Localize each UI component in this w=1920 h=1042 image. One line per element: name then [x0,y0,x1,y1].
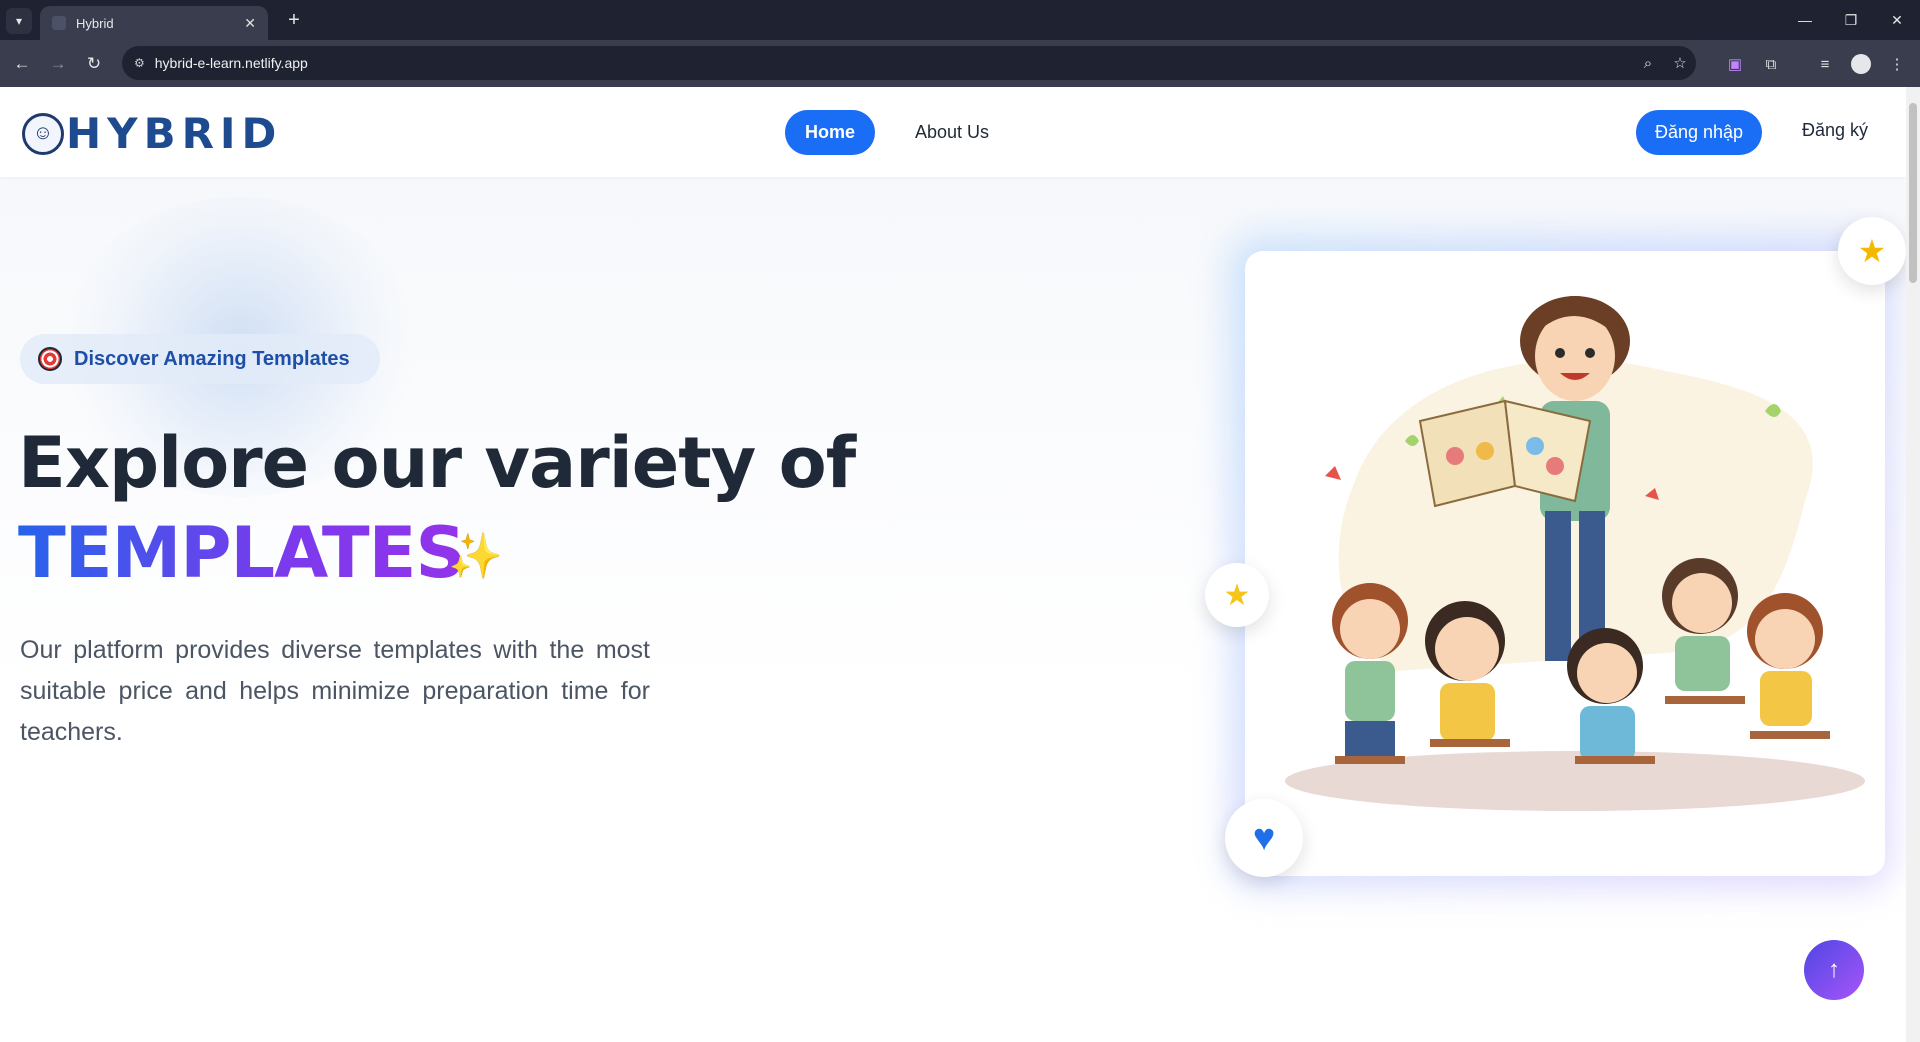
reload-icon[interactable]: ↻ [80,50,108,78]
minimize-button[interactable]: — [1782,0,1828,40]
browser-tab[interactable]: Hybrid ✕ [40,6,268,40]
hero-illustration-card [1245,251,1885,876]
logo-text: HYBRID [66,109,283,158]
profile-avatar[interactable] [1850,53,1872,75]
hero-title-highlight: TEMPLATES [18,512,466,594]
scroll-to-top-button[interactable]: ↑ [1804,940,1864,1000]
hero-description: Our platform provides diverse templates … [20,636,650,746]
scrollbar-thumb[interactable] [1909,103,1917,283]
extension-icon[interactable]: ▣ [1724,53,1746,75]
target-icon [38,347,62,371]
back-icon[interactable]: ← [8,50,36,78]
main-nav: Home About Us [785,110,989,155]
restore-button[interactable]: ❐ [1828,0,1874,40]
tab-title: Hybrid [76,15,114,31]
heart-icon: ♥ [1225,799,1303,877]
star-outline-icon: ★ [1205,563,1269,627]
web-page: ☺ HYBRID Home About Us Đăng nhập Đăng ký… [0,87,1920,1042]
site-header: ☺ HYBRID Home About Us Đăng nhập Đăng ký [0,87,1906,177]
zoom-icon[interactable]: ⌕ [1632,55,1664,72]
bookmark-star-icon[interactable]: ☆ [1664,54,1696,72]
browser-menu-icon[interactable]: ⋮ [1886,53,1908,75]
tab-search-icon[interactable]: ▾ [6,8,32,34]
window-controls: — ❐ ✕ [1782,0,1920,40]
site-logo[interactable]: ☺ HYBRID [22,109,282,158]
teacher-reading-illustration [1285,296,1865,811]
sparkle-icon: ✨ [448,532,503,581]
site-info-icon[interactable]: ⚙ [134,56,145,70]
logo-mascot-icon: ☺ [22,112,64,155]
browser-tabbar: ▾ Hybrid ✕ + — ❐ ✕ [0,0,1920,40]
register-link[interactable]: Đăng ký [1802,120,1868,141]
browser-toolbar: ← → ↻ ⚙ hybrid-e-learn.netlify.app ⌕ ☆ ▣… [0,40,1920,87]
url-text[interactable]: hybrid-e-learn.netlify.app [155,55,1632,71]
nav-home-link[interactable]: Home [785,110,875,155]
favicon-icon [52,16,66,30]
extensions-puzzle-icon[interactable]: ⧉ [1760,53,1782,75]
address-bar[interactable]: ⚙ hybrid-e-learn.netlify.app ⌕ ☆ [122,46,1696,80]
discover-badge: Discover Amazing Templates [20,334,380,384]
hero-title: Explore our variety of [18,422,856,504]
page-scrollbar[interactable] [1906,87,1920,1042]
star-badge-icon: ★ [1838,217,1906,285]
nav-about-link[interactable]: About Us [915,122,989,143]
tab-close-icon[interactable]: ✕ [244,15,256,32]
new-tab-button[interactable]: + [282,8,306,32]
close-window-button[interactable]: ✕ [1874,0,1920,40]
reading-list-icon[interactable]: ≡ [1814,53,1836,75]
badge-text: Discover Amazing Templates [74,347,350,370]
forward-icon[interactable]: → [44,50,72,78]
login-button[interactable]: Đăng nhập [1636,110,1762,155]
